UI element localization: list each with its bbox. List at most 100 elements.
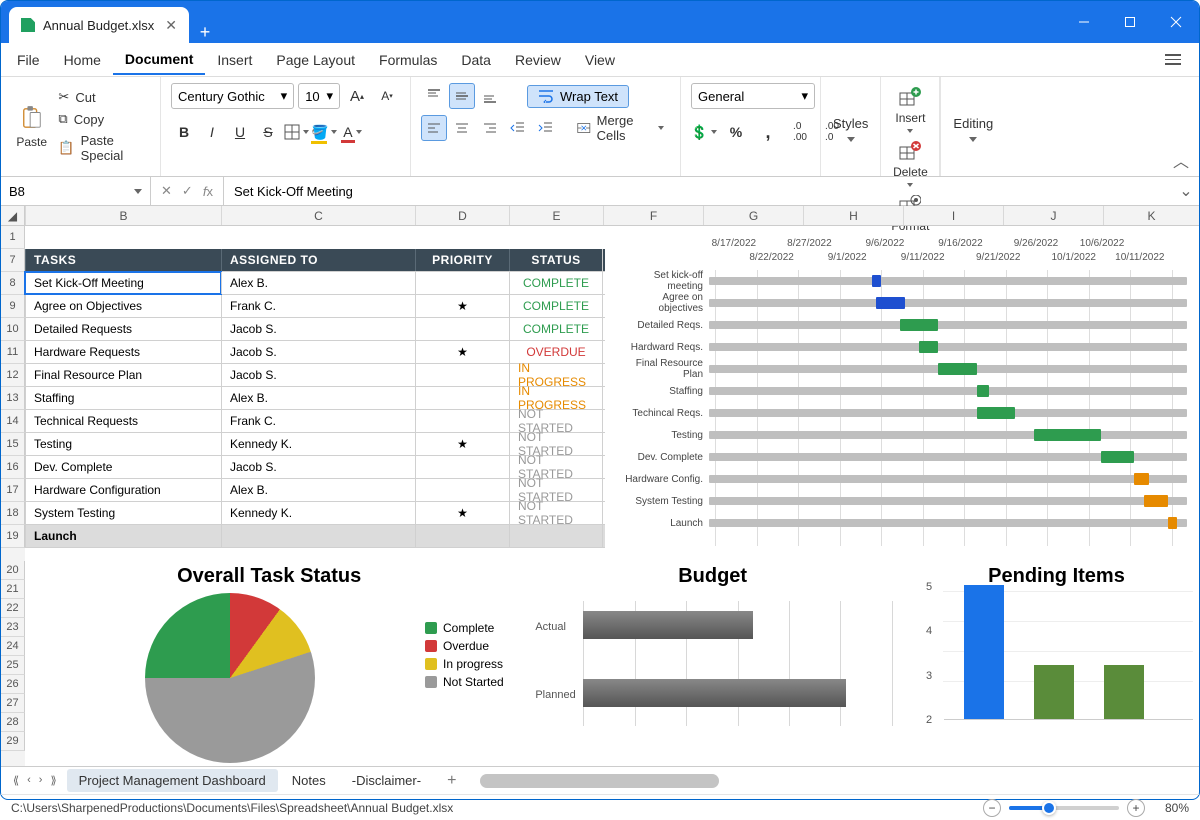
formula-input[interactable]: Set Kick-Off Meeting	[224, 177, 1173, 205]
row-header-18[interactable]: 18	[1, 502, 25, 525]
table-row-launch[interactable]: Launch	[25, 525, 605, 548]
column-header-C[interactable]: C	[221, 206, 415, 225]
row-header-20[interactable]: 20	[1, 561, 25, 580]
select-all-corner[interactable]: ◢	[1, 206, 25, 225]
increase-indent-button[interactable]	[533, 115, 559, 141]
menu-file[interactable]: File	[5, 46, 52, 74]
row-header-25[interactable]: 25	[1, 656, 25, 675]
add-tab-button[interactable]: +	[189, 22, 221, 43]
column-header-E[interactable]: E	[509, 206, 603, 225]
close-window-button[interactable]	[1153, 1, 1199, 43]
name-box[interactable]: B8	[1, 177, 151, 205]
align-bottom-button[interactable]	[477, 83, 503, 109]
row-header-27[interactable]: 27	[1, 694, 25, 713]
row-header-19[interactable]: 19	[1, 525, 25, 548]
align-top-button[interactable]	[421, 83, 447, 109]
row-header-29[interactable]: 29	[1, 732, 25, 751]
row-header-13[interactable]: 13	[1, 387, 25, 410]
row-header-14[interactable]: 14	[1, 410, 25, 433]
row-header-16[interactable]: 16	[1, 456, 25, 479]
sheet-nav-next[interactable]: ›	[37, 772, 45, 789]
fx-button[interactable]: fx	[203, 184, 213, 199]
sheet-tab-3[interactable]: -Disclaimer-	[340, 769, 433, 792]
table-row[interactable]: System TestingKennedy K.★NOT STARTED	[25, 502, 605, 525]
column-header-D[interactable]: D	[415, 206, 509, 225]
copy-button[interactable]: ⧉Copy	[58, 111, 150, 127]
menu-formulas[interactable]: Formulas	[367, 46, 449, 74]
bold-button[interactable]: B	[171, 119, 197, 145]
row-header-17[interactable]: 17	[1, 479, 25, 502]
sheet-nav-first[interactable]: ⟪	[11, 772, 21, 789]
cancel-formula-button[interactable]: ✕	[161, 183, 172, 199]
row-header-22[interactable]: 22	[1, 599, 25, 618]
row-header-21[interactable]: 21	[1, 580, 25, 599]
menu-page-layout[interactable]: Page Layout	[264, 46, 367, 74]
menu-data[interactable]: Data	[449, 46, 503, 74]
align-center-button[interactable]	[449, 115, 475, 141]
decrease-font-button[interactable]: A▾	[374, 83, 400, 109]
table-row[interactable]: Agree on ObjectivesFrank C.★COMPLETE	[25, 295, 605, 318]
zoom-out-button[interactable]: −	[983, 799, 1001, 817]
sheet-tab-2[interactable]: Notes	[280, 769, 338, 792]
table-row[interactable]: Set Kick-Off MeetingAlex B.COMPLETE	[25, 272, 605, 295]
column-header-H[interactable]: H	[803, 206, 903, 225]
row-header-15[interactable]: 15	[1, 433, 25, 456]
menu-home[interactable]: Home	[52, 46, 113, 74]
font-name-select[interactable]: Century Gothic▾	[171, 83, 294, 109]
row-header-10[interactable]: 10	[1, 318, 25, 341]
column-header-G[interactable]: G	[703, 206, 803, 225]
row-header-1[interactable]: 1	[1, 226, 25, 249]
column-header-J[interactable]: J	[1003, 206, 1103, 225]
column-header-F[interactable]: F	[603, 206, 703, 225]
zoom-in-button[interactable]: +	[1127, 799, 1145, 817]
menu-insert[interactable]: Insert	[205, 46, 264, 74]
font-color-button[interactable]: A	[339, 119, 365, 145]
horizontal-scrollbar[interactable]	[480, 774, 1189, 788]
expand-formula-bar-button[interactable]: ⌄	[1173, 177, 1199, 205]
document-tab[interactable]: Annual Budget.xlsx ✕	[9, 7, 189, 43]
align-right-button[interactable]	[477, 115, 503, 141]
close-tab-icon[interactable]: ✕	[165, 17, 177, 34]
maximize-button[interactable]	[1107, 1, 1153, 43]
collapse-ribbon-button[interactable]: ︿	[1173, 148, 1189, 172]
accept-formula-button[interactable]: ✓	[182, 183, 193, 199]
sheet-tab-1[interactable]: Project Management Dashboard	[67, 769, 278, 792]
settings-menu-icon[interactable]	[1151, 48, 1195, 71]
column-header-B[interactable]: B	[25, 206, 221, 225]
merge-cells-button[interactable]: Merge Cells	[571, 115, 670, 141]
percent-button[interactable]: %	[723, 119, 749, 145]
paste-special-button[interactable]: 📋Paste Special	[58, 133, 150, 163]
align-left-button[interactable]	[421, 115, 447, 141]
column-header-I[interactable]: I	[903, 206, 1003, 225]
minimize-button[interactable]	[1061, 1, 1107, 43]
menu-view[interactable]: View	[573, 46, 627, 74]
italic-button[interactable]: I	[199, 119, 225, 145]
borders-button[interactable]	[283, 119, 309, 145]
row-header-9[interactable]: 9	[1, 295, 25, 318]
fill-color-button[interactable]: 🪣	[311, 119, 337, 145]
increase-decimal-button[interactable]: .0.00	[787, 119, 813, 145]
row-header-23[interactable]: 23	[1, 618, 25, 637]
row-header-26[interactable]: 26	[1, 675, 25, 694]
editing-button[interactable]: Editing	[940, 77, 1005, 176]
add-sheet-button[interactable]: +	[435, 768, 468, 794]
column-header-K[interactable]: K	[1103, 206, 1199, 225]
table-row[interactable]: Detailed RequestsJacob S.COMPLETE	[25, 318, 605, 341]
comma-style-button[interactable]: ,	[755, 119, 781, 145]
row-header-28[interactable]: 28	[1, 713, 25, 732]
row-header-8[interactable]: 8	[1, 272, 25, 295]
row-header-7[interactable]: 7	[1, 249, 25, 272]
row-header-12[interactable]: 12	[1, 364, 25, 387]
currency-button[interactable]: 💲	[691, 119, 717, 145]
delete-cells-button[interactable]: Delete	[885, 137, 935, 191]
insert-cells-button[interactable]: Insert	[885, 83, 935, 137]
zoom-slider[interactable]	[1009, 806, 1119, 810]
menu-document[interactable]: Document	[113, 45, 205, 75]
underline-button[interactable]: U	[227, 119, 253, 145]
font-size-select[interactable]: 10▾	[298, 83, 340, 109]
increase-font-button[interactable]: A▴	[344, 83, 370, 109]
grid-content[interactable]: TASKS ASSIGNED TO PRIORITY STATUS Set Ki…	[25, 226, 1199, 766]
menu-review[interactable]: Review	[503, 46, 573, 74]
decrease-decimal-button[interactable]: .00.0	[819, 119, 845, 145]
sheet-nav-prev[interactable]: ‹	[25, 772, 33, 789]
